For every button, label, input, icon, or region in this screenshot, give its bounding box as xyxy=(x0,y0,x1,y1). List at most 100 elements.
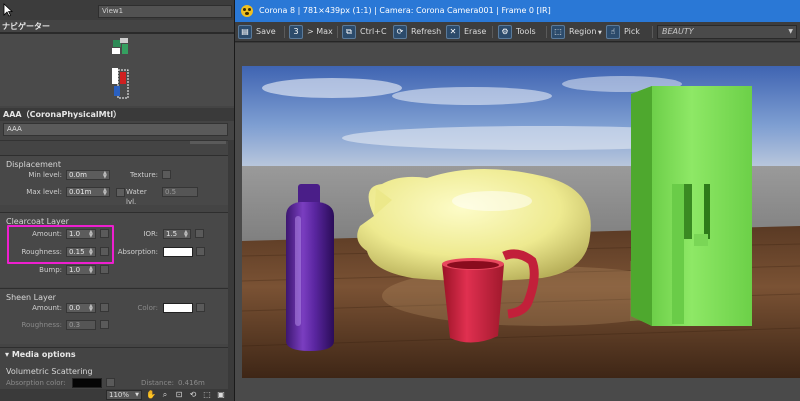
water-level-value: 0.5 xyxy=(165,188,177,196)
material-title: AAA（CoronaPhysicalMtl） xyxy=(0,108,234,121)
spinner-arrows-icon[interactable]: ▲ ▼ xyxy=(103,188,108,197)
texture-map-button[interactable] xyxy=(162,170,171,179)
toolbar-separator xyxy=(284,26,285,38)
volumetric-scattering-title: Volumetric Scattering xyxy=(6,367,93,376)
sheen-amount-value: 0.0 xyxy=(69,304,81,312)
min-level-label: Min level: xyxy=(28,171,62,179)
min-level-spinner[interactable]: 0.0m ▲ ▼ xyxy=(66,170,110,180)
distance-label: Distance: xyxy=(141,379,174,387)
sheen-rollout: Sheen Layer xyxy=(0,288,228,344)
vfb-title-text: Corona 8 | 781×439px (1:1) | Camera: Cor… xyxy=(259,6,551,15)
sheen-color-map-button[interactable] xyxy=(196,303,205,312)
pick-label: Pick xyxy=(624,27,640,36)
zoom-magnifier-icon[interactable]: ⌕ xyxy=(160,390,170,400)
render-pass-dropdown[interactable]: BEAUTY ▼ xyxy=(657,25,797,39)
absorption-color-swatch-black[interactable] xyxy=(72,378,102,388)
sheen-roughness-label: Roughness: xyxy=(21,321,62,329)
erase-button[interactable]: ✕ Erase xyxy=(446,24,492,40)
ior-spinner[interactable]: 1.5 ▲ ▼ xyxy=(163,229,191,239)
navigator-view[interactable] xyxy=(0,34,234,106)
zoom-extents-icon[interactable]: ⊡ xyxy=(174,390,184,400)
rendered-image[interactable] xyxy=(242,66,800,378)
node-graph-thumbnail xyxy=(112,38,129,99)
toolbar-separator xyxy=(492,26,493,38)
region-icon: ⬚ xyxy=(551,25,565,39)
absorption-color-map-button[interactable] xyxy=(106,378,115,387)
bump-value: 1.0 xyxy=(69,266,81,274)
material-name-field[interactable]: AAA xyxy=(3,123,228,136)
corona-logo-icon xyxy=(241,5,253,17)
spinner-arrows-icon[interactable]: ▲ ▼ xyxy=(89,266,94,275)
max-logo-icon: 3 xyxy=(289,25,303,39)
save-label: Save xyxy=(256,27,276,36)
bump-spinner[interactable]: 1.0 ▲ ▼ xyxy=(66,265,96,275)
water-level-checkbox[interactable] xyxy=(116,188,125,197)
sheen-color-label: Color: xyxy=(137,304,158,312)
sheen-color-swatch[interactable] xyxy=(163,303,193,313)
save-icon: ▤ xyxy=(238,25,252,39)
chevron-down-icon: ▼ xyxy=(135,392,139,398)
max-level-value: 0.01m xyxy=(69,188,92,196)
spinner-arrows-icon[interactable]: ▲ ▼ xyxy=(89,304,94,313)
render-pass-value: BEAUTY xyxy=(662,27,694,36)
gear-icon: ⚙ xyxy=(498,25,512,39)
rollout-edge xyxy=(190,141,226,144)
sheen-roughness-value: 0.3 xyxy=(69,321,81,329)
sheen-amount-spinner[interactable]: 0.0 ▲ ▼ xyxy=(66,303,96,313)
region-button[interactable]: ⬚ Region xyxy=(551,24,599,40)
absorption-label: Absorption: xyxy=(117,248,158,256)
material-editor-panel: View1 ナビゲーター AAA（CoronaPhysicalMtl） AAA … xyxy=(0,0,234,401)
chevron-down-icon: ▼ xyxy=(788,28,793,35)
sheen-roughness-spinner[interactable]: 0.3 xyxy=(66,320,96,330)
media-options-rollout-header[interactable]: ▾ Media options xyxy=(0,347,228,361)
displacement-rollout: Displacement xyxy=(0,155,228,205)
send-to-max-button[interactable]: 3 > Max xyxy=(289,24,337,40)
absorption-map-button[interactable] xyxy=(196,247,205,256)
mouse-cursor-icon xyxy=(3,3,13,17)
sheen-amount-map-button[interactable] xyxy=(100,303,109,312)
water-level-spinner[interactable]: 0.5 xyxy=(162,187,198,197)
copy-label: Ctrl+C xyxy=(360,27,387,36)
ior-value: 1.5 xyxy=(166,230,178,238)
toolbar-separator xyxy=(546,26,547,38)
spinner-arrows-icon[interactable]: ▲ ▼ xyxy=(103,171,108,180)
orbit-icon[interactable]: ⟲ xyxy=(188,390,198,400)
erase-label: Erase xyxy=(464,27,487,36)
bump-label: Bump: xyxy=(39,266,62,274)
maximize-icon[interactable]: ▣ xyxy=(216,390,226,400)
pick-hand-icon: ☝ xyxy=(606,25,620,39)
distance-value: 0.416m xyxy=(178,379,205,387)
media-options-title: Media options xyxy=(11,350,76,359)
annotation-highlight-box xyxy=(7,225,114,264)
zoom-dropdown[interactable]: 110% ▼ xyxy=(106,390,142,400)
pick-button[interactable]: ☝ Pick xyxy=(606,24,650,40)
toolbar-separator xyxy=(652,26,653,38)
sheen-title: Sheen Layer xyxy=(6,293,56,302)
corona-frame-buffer: Corona 8 | 781×439px (1:1) | Camera: Cor… xyxy=(234,0,800,401)
vfb-title-bar[interactable]: Corona 8 | 781×439px (1:1) | Camera: Cor… xyxy=(235,0,800,22)
absorption-color-swatch[interactable] xyxy=(163,247,193,257)
min-level-value: 0.0m xyxy=(69,171,87,179)
vfb-canvas-area[interactable] xyxy=(235,43,800,401)
pan-hand-icon[interactable]: ✋ xyxy=(146,390,156,400)
region-label: Region xyxy=(569,27,597,36)
bump-map-button[interactable] xyxy=(100,265,109,274)
send-to-max-label: > Max xyxy=(307,27,333,36)
region-zoom-icon[interactable]: ⬚ xyxy=(202,390,212,400)
tools-button[interactable]: ⚙ Tools xyxy=(498,24,544,40)
refresh-icon: ⟳ xyxy=(393,25,407,39)
collapse-triangle-icon: ▾ xyxy=(5,350,12,359)
copy-icon: ⧉ xyxy=(342,25,356,39)
copy-button[interactable]: ⧉ Ctrl+C xyxy=(342,24,392,40)
sheen-amount-label: Amount: xyxy=(32,304,62,312)
navigator-title: ナビゲーター xyxy=(2,22,50,31)
sheen-roughness-map-button[interactable] xyxy=(100,320,109,329)
ior-map-button[interactable] xyxy=(195,229,204,238)
refresh-button[interactable]: ⟳ Refresh xyxy=(393,24,445,40)
max-level-spinner[interactable]: 0.01m ▲ ▼ xyxy=(66,187,110,197)
spinner-arrows-icon[interactable]: ▲ ▼ xyxy=(184,230,189,239)
water-level-label: Water lvl. xyxy=(126,188,147,206)
region-dropdown-arrow[interactable]: ▼ xyxy=(598,24,604,40)
viewport-label[interactable]: View1 xyxy=(98,5,232,18)
save-button[interactable]: ▤ Save xyxy=(238,24,282,40)
